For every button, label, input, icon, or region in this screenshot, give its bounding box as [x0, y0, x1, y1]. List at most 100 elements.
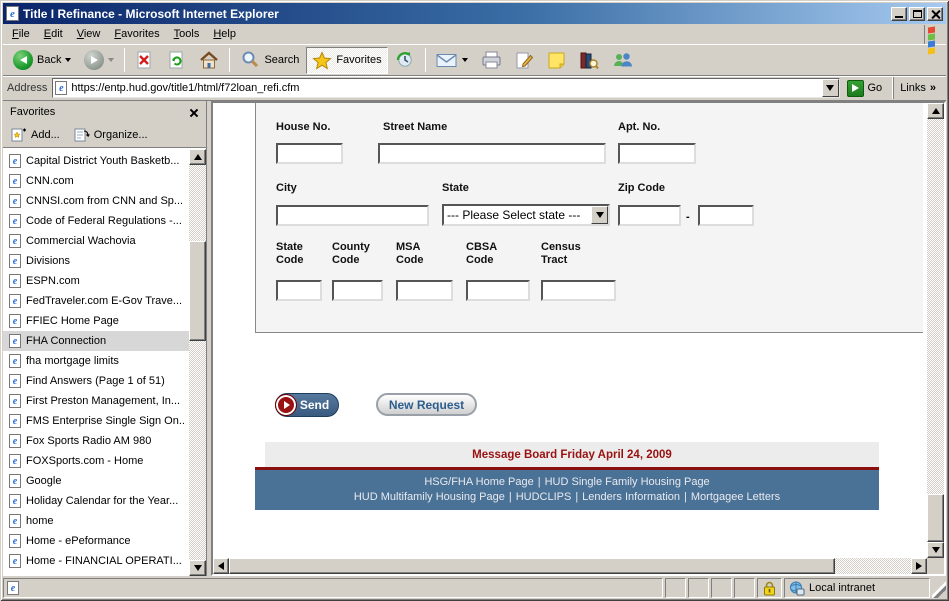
favorite-item[interactable]: eFOXSports.com - Home: [3, 451, 189, 471]
menu-tools[interactable]: Tools: [167, 26, 207, 42]
favorite-item[interactable]: efha mortgage limits: [3, 351, 189, 371]
city-input[interactable]: [276, 205, 429, 226]
favorites-scrollbar[interactable]: [189, 149, 206, 576]
back-icon: [13, 50, 33, 70]
footer-link[interactable]: Mortgagee Letters: [691, 491, 780, 503]
street-name-input[interactable]: [378, 143, 606, 164]
cbsa-code-input[interactable]: [466, 280, 530, 301]
scroll-thumb[interactable]: [189, 241, 206, 341]
page-vertical-scrollbar[interactable]: [927, 103, 944, 558]
research-icon: [579, 51, 599, 70]
add-favorite-button[interactable]: Add...: [11, 128, 60, 142]
scroll-down-button[interactable]: [927, 542, 944, 558]
research-button[interactable]: [573, 47, 605, 74]
favorite-item[interactable]: eHome - FINANCIAL OPERATI...: [3, 551, 189, 571]
toolbar-separator: [425, 48, 426, 72]
links-toolbar[interactable]: Links »: [893, 77, 942, 99]
close-icon: [931, 9, 940, 18]
favorite-item[interactable]: eCode of Federal Regulations -...: [3, 211, 189, 231]
stop-button[interactable]: [129, 47, 160, 74]
zip-plus4-input[interactable]: [698, 205, 754, 226]
scroll-thumb[interactable]: [229, 558, 835, 574]
resize-grip[interactable]: [932, 578, 946, 598]
footer-link[interactable]: HUD Single Family Housing Page: [545, 476, 710, 488]
apt-no-input[interactable]: [618, 143, 696, 164]
send-arrow-icon: [275, 394, 297, 416]
messenger-button[interactable]: [606, 47, 639, 74]
favorite-item[interactable]: eFedTraveler.com E-Gov Trave...: [3, 291, 189, 311]
new-request-button[interactable]: New Request: [376, 393, 477, 416]
favorite-item[interactable]: eFind Answers (Page 1 of 51): [3, 371, 189, 391]
favorite-item[interactable]: eDivisions: [3, 251, 189, 271]
page-icon: e: [55, 81, 67, 95]
favorite-item[interactable]: eHome - ePeformance: [3, 531, 189, 551]
page-status-icon: e: [7, 581, 19, 595]
menu-help[interactable]: Help: [206, 26, 243, 42]
favorite-item[interactable]: eFMS Enterprise Single Sign On...: [3, 411, 189, 431]
select-dropdown-icon[interactable]: [591, 206, 608, 224]
menu-edit[interactable]: Edit: [37, 26, 70, 42]
favorite-item[interactable]: ehome: [3, 511, 189, 531]
favorite-icon: e: [9, 314, 21, 328]
footer-link[interactable]: HUD Multifamily Housing Page: [354, 491, 505, 503]
favorite-item[interactable]: eFFIEC Home Page: [3, 311, 189, 331]
footer-link[interactable]: HUDCLIPS: [516, 491, 572, 503]
address-dropdown-button[interactable]: [822, 79, 839, 97]
address-url[interactable]: https://entp.hud.gov/title1/html/f72loan…: [71, 82, 817, 94]
favorite-icon: e: [9, 174, 21, 188]
refresh-button[interactable]: [161, 47, 192, 74]
scroll-left-button[interactable]: [213, 558, 229, 574]
refresh-icon: [167, 51, 186, 70]
forward-button[interactable]: [78, 47, 120, 74]
edit-button[interactable]: [509, 47, 540, 74]
favorite-item[interactable]: eCNN.com: [3, 171, 189, 191]
search-button[interactable]: Search: [234, 47, 305, 74]
county-code-input[interactable]: [332, 280, 383, 301]
menu-view[interactable]: View: [70, 26, 108, 42]
msa-code-input[interactable]: [396, 280, 453, 301]
menu-favorites[interactable]: Favorites: [107, 26, 166, 42]
send-button[interactable]: Send: [275, 393, 339, 417]
state-code-input[interactable]: [276, 280, 322, 301]
mail-button[interactable]: [430, 47, 474, 74]
favorite-item[interactable]: eESPN.com: [3, 271, 189, 291]
menu-file[interactable]: File: [5, 26, 37, 42]
scroll-right-button[interactable]: [911, 558, 927, 574]
favorites-close-button[interactable]: [186, 105, 202, 119]
scroll-up-button[interactable]: [927, 103, 944, 119]
close-button[interactable]: [927, 7, 943, 21]
address-field[interactable]: e https://entp.hud.gov/title1/html/f72lo…: [52, 78, 839, 98]
print-button[interactable]: [475, 47, 508, 74]
favorite-item[interactable]: eCNNSI.com from CNN and Sp...: [3, 191, 189, 211]
footer-link[interactable]: HSG/FHA Home Page: [424, 476, 533, 488]
census-tract-input[interactable]: [541, 280, 616, 301]
footer-link[interactable]: Lenders Information: [582, 491, 680, 503]
organize-favorites-button[interactable]: Organize...: [74, 128, 148, 142]
minimize-button[interactable]: [891, 7, 907, 21]
zip-input[interactable]: [618, 205, 681, 226]
maximize-button[interactable]: [909, 7, 925, 21]
house-no-label: House No.: [276, 121, 330, 134]
favorites-panel-title: Favorites: [10, 106, 186, 118]
go-button[interactable]: Go: [845, 77, 889, 99]
scroll-thumb[interactable]: [927, 494, 944, 542]
address-bar: Address e https://entp.hud.gov/title1/ht…: [3, 76, 946, 101]
window-title: Title I Refinance - Microsoft Internet E…: [23, 7, 891, 21]
house-no-input[interactable]: [276, 143, 343, 164]
history-button[interactable]: [389, 47, 421, 74]
page-horizontal-scrollbar[interactable]: [213, 558, 927, 574]
scroll-up-button[interactable]: [189, 149, 206, 165]
favorite-item[interactable]: eFox Sports Radio AM 980: [3, 431, 189, 451]
state-select[interactable]: --- Please Select state ---: [442, 204, 610, 226]
scroll-down-button[interactable]: [189, 560, 206, 576]
favorite-item[interactable]: eCapital District Youth Basketb...: [3, 151, 189, 171]
favorite-item-selected[interactable]: eFHA Connection: [3, 331, 189, 351]
favorite-item[interactable]: eFirst Preston Management, In...: [3, 391, 189, 411]
back-button[interactable]: Back: [7, 47, 77, 74]
favorites-button[interactable]: Favorites: [306, 47, 387, 74]
favorite-item[interactable]: eCommercial Wachovia: [3, 231, 189, 251]
favorite-item[interactable]: eGoogle: [3, 471, 189, 491]
home-button[interactable]: [193, 47, 225, 74]
favorite-item[interactable]: eHoliday Calendar for the Year...: [3, 491, 189, 511]
discuss-button[interactable]: [541, 47, 572, 74]
